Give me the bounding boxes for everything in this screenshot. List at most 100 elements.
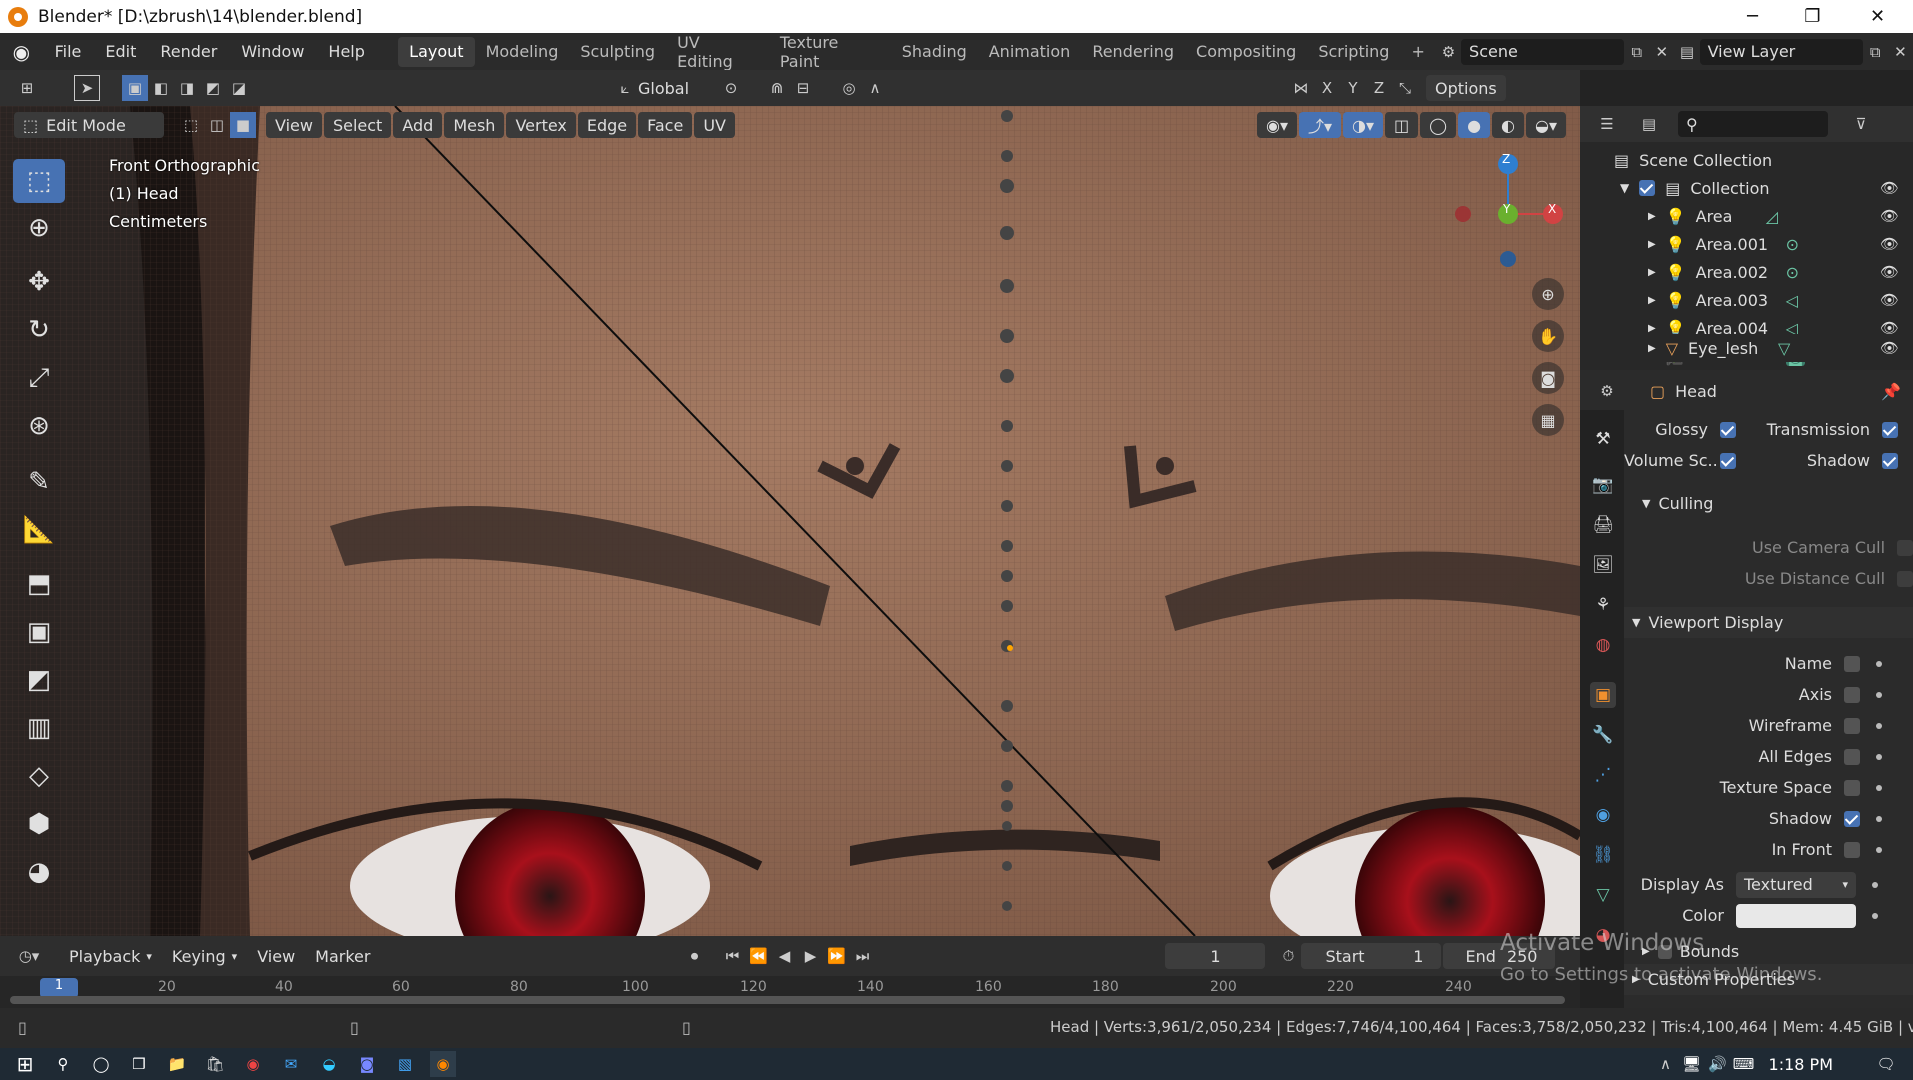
keyframe-dot-icon[interactable] [1872,881,1878,888]
spin-tool-icon[interactable]: ◕ [13,850,65,894]
display-axis-checkbox[interactable] [1844,686,1860,703]
cortana-icon[interactable]: ◯ [88,1051,114,1077]
constraints-tab-icon[interactable]: ⛓ [1590,842,1616,868]
tab-rendering[interactable]: Rendering [1081,37,1185,67]
snap-icon[interactable]: ⋒ [764,75,790,101]
move-tool-icon[interactable]: ✥ [13,260,65,304]
current-frame-field[interactable]: 1 [1165,943,1266,969]
new-scene-icon[interactable]: ⧉ [1624,39,1649,65]
world-tab-icon[interactable]: ◍ [1590,632,1616,658]
snap-target-icon[interactable]: ⊟ [790,75,816,101]
keyframe-dot-icon[interactable] [1876,722,1882,729]
record-icon[interactable]: ⏺ [681,943,707,969]
tab-sculpting[interactable]: Sculpting [569,37,666,67]
network-icon[interactable]: 🖥 [1679,1051,1705,1077]
bevel-tool-icon[interactable]: ◩ [13,658,65,702]
camera-view-icon[interactable]: ◙ [1532,362,1564,394]
mirror-icon[interactable]: ⋈ [1288,75,1314,101]
pan-hand-icon[interactable]: ✋ [1532,320,1564,352]
editor-type-icon[interactable]: ⊞ [14,75,40,101]
shading-rendered-icon[interactable]: ◒▾ [1526,112,1566,138]
measure-tool-icon[interactable]: 📐 [13,508,65,552]
chrome-icon[interactable]: ◉ [240,1051,266,1077]
collection-checkbox[interactable] [1639,180,1656,196]
cursor-tool-icon[interactable]: ⊕ [13,206,65,250]
mirror-x[interactable]: X [1314,75,1340,101]
scene-tab-icon[interactable]: ⚘ [1590,592,1616,618]
properties-editor-icon[interactable]: ⚙ [1594,378,1620,404]
expand-arrow-icon[interactable]: ▶ [1648,267,1656,278]
transmission-checkbox[interactable] [1882,421,1898,438]
mirror-z[interactable]: Z [1366,75,1392,101]
vertex-select-icon[interactable]: ⬚ [178,112,204,138]
menu-file[interactable]: File [43,33,94,70]
play-icon[interactable]: ▶ [797,943,823,969]
auto-merge-icon[interactable]: ⤡ [1392,75,1418,101]
select-new-icon[interactable]: ▣ [122,75,148,101]
edge-icon[interactable]: ◒ [316,1051,342,1077]
pivot-icon[interactable]: ⊙ [718,75,744,101]
eye-icon[interactable]: 👁 [1880,207,1899,225]
keyframe-dot-icon[interactable] [1876,753,1882,760]
keyframe-dot-icon[interactable] [1876,846,1882,853]
expand-arrow-icon[interactable]: ▶ [1648,343,1656,354]
timeline-scrollbar[interactable] [10,996,1565,1004]
menu-add[interactable]: Add [393,112,443,138]
search-icon[interactable]: ⚲ [50,1051,76,1077]
expand-arrow-icon[interactable]: ▶ [1648,323,1656,334]
gizmo-z-label[interactable]: Z [1502,152,1510,166]
timeline-ruler[interactable]: 1 20 40 60 80 100 120 140 160 180 200 22… [0,976,1580,1008]
expand-arrow-icon[interactable]: ▶ [1648,211,1656,222]
add-workspace-button[interactable]: + [1400,37,1435,67]
color-swatch[interactable] [1736,903,1856,928]
eye-icon[interactable]: 👁 [1880,235,1899,253]
output-tab-icon[interactable]: 🖨 [1590,512,1616,538]
jump-keyframe-back-icon[interactable]: ⏪ [745,943,771,969]
extrude-tool-icon[interactable]: ⬒ [13,562,65,606]
viewport-display-panel-header[interactable]: ▼ Viewport Display [1624,607,1913,638]
tab-layout[interactable]: Layout [398,36,475,67]
tab-animation[interactable]: Animation [978,37,1082,67]
keyframe-dot-icon[interactable] [1876,815,1882,822]
pin-icon[interactable]: 📌 [1881,382,1901,401]
keyframe-dot-icon[interactable] [1876,784,1882,791]
eye-icon[interactable]: 👁 [1880,179,1899,197]
scene-field[interactable]: Scene [1461,38,1625,65]
outliner-item[interactable]: ▶ 💡 Area ◿ 👁 [1580,202,1913,230]
menu-vertex[interactable]: Vertex [506,112,576,138]
keying-menu[interactable]: Keying ▾ [163,943,246,969]
menu-edge[interactable]: Edge [577,112,637,138]
loop-cut-tool-icon[interactable]: ▥ [13,706,65,750]
transform-orientation-icon[interactable]: ⟀ [612,75,638,101]
select-box-tool-icon[interactable]: ⬚ [13,159,65,203]
proportional-edit-icon[interactable]: ◎ [836,75,862,101]
menu-window[interactable]: Window [229,33,316,70]
display-wireframe-checkbox[interactable] [1844,717,1860,734]
photos-icon[interactable]: ▧ [392,1051,418,1077]
menu-edit[interactable]: Edit [93,33,148,70]
select-invert-icon[interactable]: ◩ [200,75,226,101]
camera-cull-checkbox[interactable] [1897,539,1913,556]
data-tab-icon[interactable]: ▽ [1590,882,1616,908]
eye-icon[interactable]: 👁 [1880,263,1899,281]
tab-modeling[interactable]: Modeling [475,37,570,67]
jump-keyframe-forward-icon[interactable]: ⏩ [823,943,849,969]
close-button[interactable]: ✕ [1850,0,1905,33]
notification-icon[interactable]: 🗨 [1873,1051,1899,1077]
modifier-tab-icon[interactable]: 🔧 [1590,722,1616,748]
blender-taskbar-icon[interactable]: ◉ [430,1051,456,1077]
shadow-visibility-checkbox[interactable] [1882,452,1898,469]
marker-menu[interactable]: Marker [306,943,379,969]
start-frame-field[interactable]: Start 1 [1301,943,1442,969]
keyframe-dot-icon[interactable] [1876,660,1882,667]
maximize-button[interactable]: ❐ [1785,0,1840,33]
particles-tab-icon[interactable]: ⋰ [1590,762,1616,788]
volume-checkbox[interactable] [1720,452,1736,469]
task-view-icon[interactable]: ❒ [126,1051,152,1077]
orientation-dropdown[interactable]: Global [638,79,718,98]
outliner-item[interactable]: ▶ 💡 Area.003 ◁ 👁 [1580,286,1913,314]
display-as-dropdown[interactable]: Textured ▾ [1736,871,1856,898]
playback-menu[interactable]: Playback ▾ [60,943,161,969]
timeline-editor-icon[interactable]: ◷▾ [16,943,42,969]
face-select-icon[interactable]: ■ [230,112,256,138]
